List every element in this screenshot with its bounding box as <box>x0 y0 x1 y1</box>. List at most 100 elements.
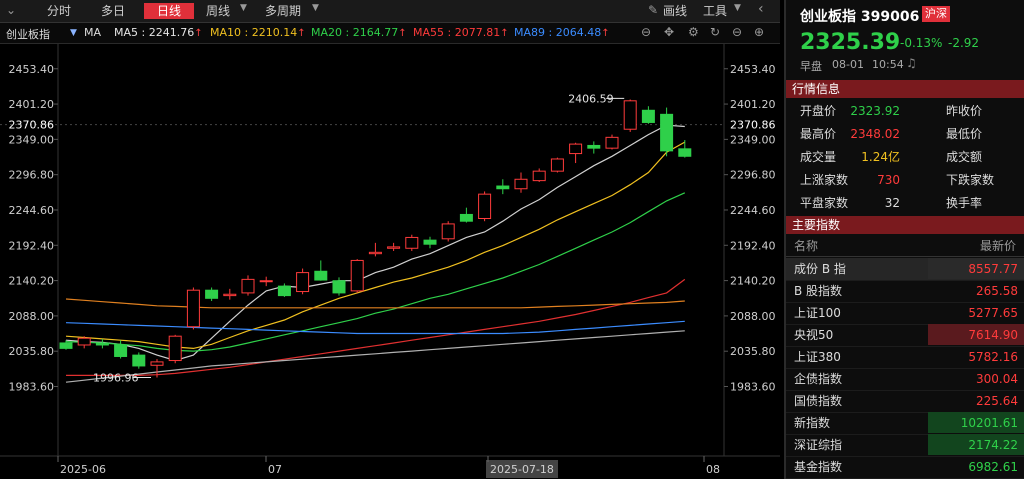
candle-body <box>478 193 492 220</box>
candle-body <box>641 109 655 123</box>
bell-icon[interactable]: ♫ <box>906 56 917 70</box>
index-name: 新指数 <box>794 416 831 430</box>
kline-chart[interactable]: 2453.40 2453.40 2401.20 2401.20 2349.00 2349.… <box>0 44 780 479</box>
index-row[interactable]: 上证100 5277.65 <box>786 302 1024 325</box>
column-price: 最新价 <box>979 239 1016 253</box>
candle-body <box>332 280 346 294</box>
candle-body <box>114 344 128 357</box>
minus-circle-icon[interactable]: ⊖ <box>641 25 651 39</box>
ma89-value: MA89 : 2064.48↑ <box>514 26 610 39</box>
tab-intraday[interactable]: 分时 <box>36 3 82 19</box>
tab-weekly[interactable]: 周线 <box>196 3 240 19</box>
candle-body <box>459 213 473 222</box>
index-price: 6982.61 <box>968 460 1018 474</box>
x-tick-label: 08 <box>706 463 720 476</box>
index-price: 8557.77 <box>928 258 1024 279</box>
collapse-panel-icon[interactable]: ‹ <box>758 1 764 17</box>
candle-body <box>569 143 583 155</box>
ma-legend-bar: 创业板指 ▼ MA MA5 : 2241.76↑ MA10 : 2210.14↑… <box>0 23 780 44</box>
info-value: 1.24亿 <box>861 150 900 164</box>
index-row[interactable]: 企债指数 300.04 <box>786 368 1024 391</box>
chevron-down-icon[interactable]: ▼ <box>70 28 77 38</box>
index-row[interactable]: B 股指数 265.58 <box>786 280 1024 303</box>
index-name: 成份 B 指 <box>794 262 846 276</box>
candle-body <box>241 278 255 294</box>
info-value: 32 <box>884 196 900 210</box>
y-tick-label: 2349.00 <box>9 133 55 146</box>
candle-body <box>605 136 619 149</box>
candle-body <box>223 293 237 297</box>
candle-body <box>259 280 273 283</box>
index-price: 5782.16 <box>968 350 1018 364</box>
move-icon[interactable]: ✥ <box>664 25 674 39</box>
info-label: 下跌家数 <box>946 173 995 187</box>
index-row[interactable]: 央视50 7614.90 <box>786 324 1024 347</box>
quote-panel: 创业板指 399006 沪深 2325.39 -0.13% -2.92 早盘 0… <box>784 0 1024 479</box>
pencil-icon[interactable]: ✎ <box>648 3 658 17</box>
index-price: 225.64 <box>976 394 1018 408</box>
y-tick-label: 2140.20 <box>730 275 776 288</box>
candle-body <box>678 148 692 157</box>
index-price: 300.04 <box>976 372 1018 386</box>
info-label: 上涨家数 <box>800 173 849 187</box>
chevron-down-icon[interactable]: ▼ <box>312 3 319 13</box>
y-tick-label: 2244.60 <box>730 204 776 217</box>
candle-body <box>186 289 200 328</box>
tools-button[interactable]: 工具 <box>700 3 730 19</box>
y-tick-label: 2192.40 <box>730 239 776 252</box>
y-tick-label: 2088.00 <box>730 310 776 323</box>
quote-date: 08-01 <box>832 58 864 71</box>
candle-body <box>314 270 328 281</box>
candle-body <box>296 272 310 293</box>
zoom-out-icon[interactable]: ⊖ <box>732 25 742 39</box>
candle-body <box>95 342 109 346</box>
index-row[interactable]: 新指数 10201.61 <box>786 412 1024 435</box>
index-row[interactable]: 成份 B 指 8557.77 <box>786 258 1024 281</box>
x-tick-label: 2025-07-18 <box>490 463 554 476</box>
candle-body <box>587 144 601 149</box>
candle-body <box>350 259 364 292</box>
current-price-label: 2370.86 <box>9 119 55 132</box>
info-label: 昨收价 <box>946 104 983 118</box>
settings-icon[interactable]: ⚙ <box>688 25 699 39</box>
index-row[interactable]: 基金指数 6982.61 <box>786 456 1024 479</box>
info-row: 最高价 2348.02 最低价 <box>786 123 1024 145</box>
y-tick-label: 2296.80 <box>730 169 776 182</box>
tab-daily[interactable]: 日线 <box>144 3 194 19</box>
index-row[interactable]: 国债指数 225.64 <box>786 390 1024 413</box>
tab-multi-period[interactable]: 多周期 <box>256 3 310 19</box>
refresh-icon[interactable]: ↻ <box>710 25 720 39</box>
info-label: 平盘家数 <box>800 196 849 210</box>
index-name: B 股指数 <box>794 284 843 298</box>
tab-multiday[interactable]: 多日 <box>90 3 136 19</box>
zoom-in-icon[interactable]: ⊕ <box>754 25 764 39</box>
chevron-down-icon[interactable]: ⌄ <box>6 3 16 17</box>
low-annotation: 1996.96 <box>93 371 139 384</box>
index-price: 7614.90 <box>928 324 1024 345</box>
index-price: 2174.22 <box>928 434 1024 455</box>
current-price: 2325.39 <box>800 30 901 55</box>
y-tick-label: 2401.20 <box>9 98 55 111</box>
chevron-down-icon[interactable]: ▼ <box>734 3 741 13</box>
y-tick-label: 2349.00 <box>730 133 776 146</box>
draw-button[interactable]: 画线 <box>660 3 690 19</box>
candle-body <box>387 246 401 249</box>
candle-body <box>132 354 146 367</box>
candle-body <box>277 285 291 297</box>
y-tick-label: 2453.40 <box>730 63 776 76</box>
y-tick-label: 2140.20 <box>9 275 55 288</box>
index-row[interactable]: 上证380 5782.16 <box>786 346 1024 369</box>
candle-body <box>77 337 91 346</box>
chevron-down-icon[interactable]: ▼ <box>240 3 247 13</box>
index-name-label: 创业板指 <box>6 28 50 41</box>
ma-indicator-label[interactable]: MA <box>84 26 101 39</box>
index-row[interactable]: 深证综指 2174.22 <box>786 434 1024 457</box>
y-tick-label: 2244.60 <box>9 204 55 217</box>
indices-column-header: 名称 最新价 <box>786 236 1024 257</box>
info-label: 开盘价 <box>800 104 837 118</box>
column-name: 名称 <box>794 239 819 253</box>
candle-body <box>532 170 546 182</box>
index-name: 基金指数 <box>794 460 843 474</box>
candle-body <box>150 361 164 366</box>
candle-body <box>496 185 510 190</box>
